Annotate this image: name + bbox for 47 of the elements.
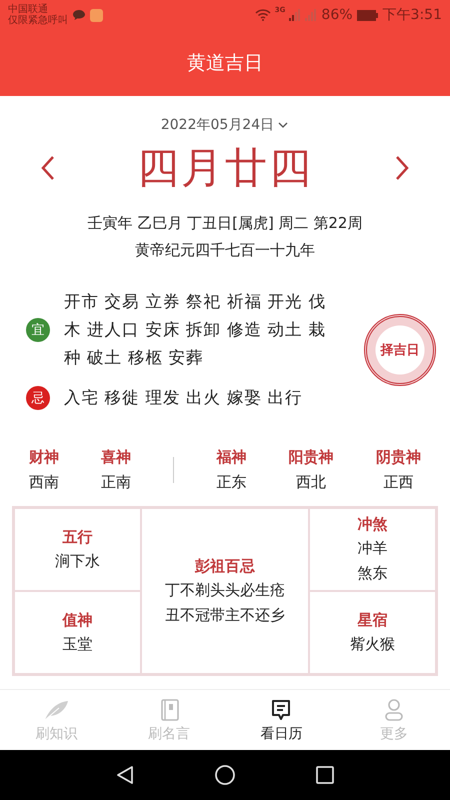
god-name: 阴贵神 (376, 448, 421, 467)
carrier-text: 仅限紧急呼叫 (8, 15, 68, 26)
wifi-icon (254, 9, 271, 21)
god-direction: 正西 (383, 473, 414, 492)
god-name: 财神 (29, 448, 60, 467)
god-name: 喜神 (101, 448, 132, 467)
nav-tab[interactable]: 看日历 (225, 690, 338, 750)
battery-icon (356, 10, 379, 20)
back-icon[interactable] (114, 764, 136, 786)
seal-button[interactable]: 择吉日 (364, 314, 436, 386)
cell-value: 玉堂 (62, 634, 92, 654)
god-name: 福神 (216, 448, 247, 467)
date-detail: 黄帝纪元四千七百一十九年 (135, 241, 315, 260)
chat-icon (72, 9, 86, 21)
activity-badge: 宜 (26, 318, 50, 342)
god-direction: 西北 (296, 473, 326, 492)
signal-icon (305, 9, 318, 21)
lunar-date: 四月廿四 (137, 142, 313, 194)
god-direction: 西南 (29, 473, 60, 492)
signal-icon (289, 9, 302, 21)
activity-badge: 忌 (26, 386, 50, 410)
cell-value: 煞东 (358, 563, 388, 584)
cell-title: 星宿 (358, 610, 388, 630)
page-title: 黄道吉日 (187, 51, 263, 76)
cell-title: 值神 (62, 610, 92, 630)
cell-value: 冲羊 (358, 538, 388, 559)
god-direction: 正东 (216, 473, 247, 492)
date-selector[interactable]: 2022年05月24日 (160, 116, 290, 134)
cell-value: 丑不冠带主不还乡 (165, 604, 285, 626)
home-icon[interactable] (214, 764, 236, 786)
cell-value: 觜火猴 (350, 634, 395, 654)
activity-list: 入宅 移徙 理发 出火 嫁娶 出行 (64, 384, 332, 412)
app-icon (90, 8, 103, 22)
date-detail: 壬寅年 乙巳月 丁丑日[属虎] 周二 第22周 (88, 214, 362, 233)
cell-title: 彭祖百忌 (195, 556, 255, 576)
battery-percent: 86% (321, 7, 353, 23)
cell-value: 涧下水 (55, 550, 100, 572)
recents-icon[interactable] (314, 764, 336, 786)
cell-title: 五行 (62, 528, 92, 546)
clock-text: 下午3:51 (382, 6, 442, 24)
god-direction: 正南 (101, 473, 132, 492)
cell-value: 丁不剃头头必生疮 (165, 580, 285, 600)
chevron-down-icon (277, 121, 290, 129)
carrier-text: 中国联通 (8, 4, 48, 15)
god-name: 阳贵神 (288, 448, 334, 467)
activity-list: 开市 交易 立券 祭祀 祈福 开光 伐木 进人口 安床 拆卸 修造 动土 栽种 破土 移柩 安葬 (64, 288, 332, 372)
cell-title: 冲煞 (358, 515, 388, 534)
